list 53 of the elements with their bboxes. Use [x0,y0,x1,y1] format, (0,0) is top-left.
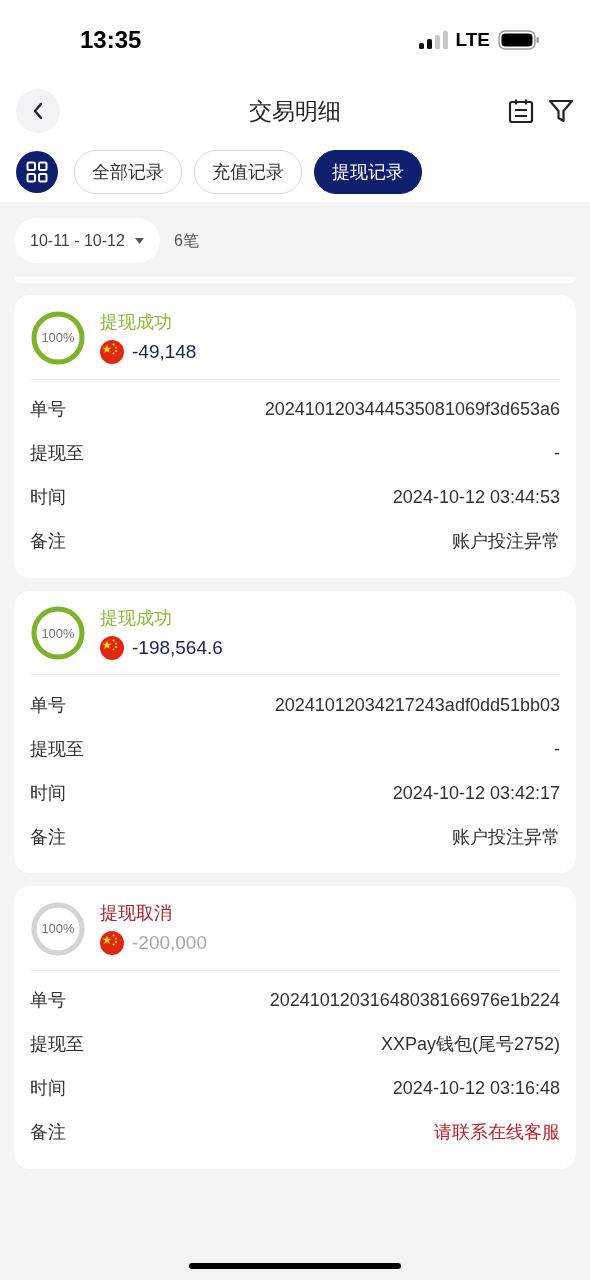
field-label: 单号 [30,989,66,1012]
field-label: 备注 [30,1121,66,1144]
field-label: 单号 [30,398,66,421]
status-label: 提现取消 [100,902,173,925]
signal-icon [417,30,448,50]
flag-icon [100,635,124,660]
field-value: XXPay钱包(尾号2752) [380,1033,560,1056]
field-value: 20241012031648038166976e1b224 [269,989,560,1012]
filter-tab[interactable]: 全部记录 [74,150,182,194]
back-button[interactable] [16,89,60,133]
field-label: 时间 [30,486,66,509]
field-value: - [554,442,560,465]
field-value: 2024-10-12 03:42:17 [392,781,560,805]
field-label: 提现至 [30,737,84,761]
field-label: 提现至 [30,442,84,465]
chevron-left-icon [32,102,44,120]
field-label: 备注 [30,825,66,849]
field-label: 时间 [30,1077,66,1100]
flag-icon [100,931,124,956]
progress-percent: 100% [40,920,76,938]
field-value: 账户投注异常 [452,825,560,849]
flag-icon [100,340,124,365]
grid-icon [26,161,48,183]
field-value: 账户投注异常 [452,530,560,553]
field-label: 时间 [30,781,66,805]
amount-value: -198,564.6 [132,635,223,660]
field-value: 2024-10-12 03:16:48 [392,1077,560,1100]
field-value: 20241012034217243adf0dd51bb03 [274,693,560,717]
clock-time: 13:35 [80,25,142,55]
field-value: 请联系在线客服 [434,1121,560,1144]
progress-percent: 100% [40,624,76,643]
battery-icon [498,30,540,50]
network-label: LTE [455,27,490,52]
dropdown-caret-icon [134,237,144,244]
field-value: - [554,737,560,761]
field-label: 备注 [30,530,66,553]
field-label: 单号 [30,693,66,717]
date-range-dropdown[interactable]: 10-11 - 10-12 [14,218,160,263]
filter-icon[interactable] [548,98,574,124]
page-title: 交易明细 [249,96,341,126]
status-label: 提现成功 [100,606,173,630]
grid-menu-button[interactable] [16,151,58,193]
amount-value: -49,148 [132,340,197,364]
filter-tab[interactable]: 提现记录 [314,150,422,194]
calendar-icon[interactable] [508,98,534,124]
field-label: 提现至 [30,1033,84,1056]
field-value: 2024101203444535081069f3d653a6 [264,398,560,421]
progress-percent: 100% [40,329,76,347]
filter-tab[interactable]: 充值记录 [194,150,302,194]
field-value: 2024-10-12 03:44:53 [392,486,560,509]
status-label: 提现成功 [100,311,173,334]
amount-value: -200,000 [132,931,207,955]
record-count: 6笔 [173,230,199,251]
